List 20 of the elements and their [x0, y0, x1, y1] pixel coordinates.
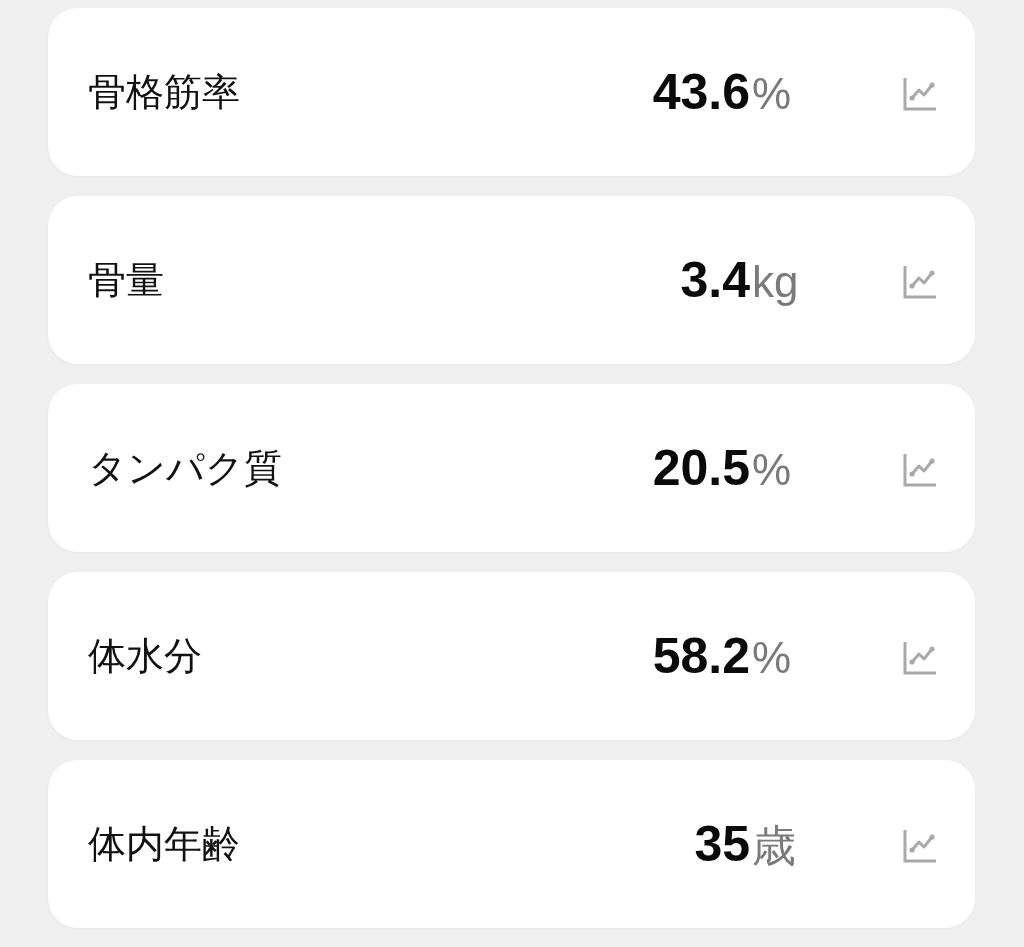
- metric-unit: %: [752, 69, 792, 119]
- metric-label: 骨量: [88, 256, 164, 304]
- metric-label: 体水分: [88, 632, 202, 680]
- line-chart-icon[interactable]: [903, 265, 937, 299]
- metric-label: 体内年齢: [88, 820, 240, 868]
- metric-label: タンパク質: [88, 444, 282, 492]
- metric-value: 35: [694, 815, 750, 873]
- line-chart-icon[interactable]: [903, 829, 937, 863]
- metric-unit: %: [752, 633, 792, 683]
- metric-value: 20.5: [652, 439, 750, 497]
- metric-value: 3.4: [680, 251, 750, 309]
- line-chart-icon[interactable]: [903, 641, 937, 675]
- line-chart-icon[interactable]: [903, 453, 937, 487]
- metric-unit: 歳: [752, 819, 796, 872]
- metric-value: 43.6: [652, 63, 750, 121]
- metric-value: 58.2: [652, 627, 750, 685]
- metric-unit: kg: [752, 257, 799, 307]
- metric-unit: %: [752, 445, 792, 495]
- line-chart-icon[interactable]: [903, 77, 937, 111]
- metric-label: 骨格筋率: [88, 68, 240, 116]
